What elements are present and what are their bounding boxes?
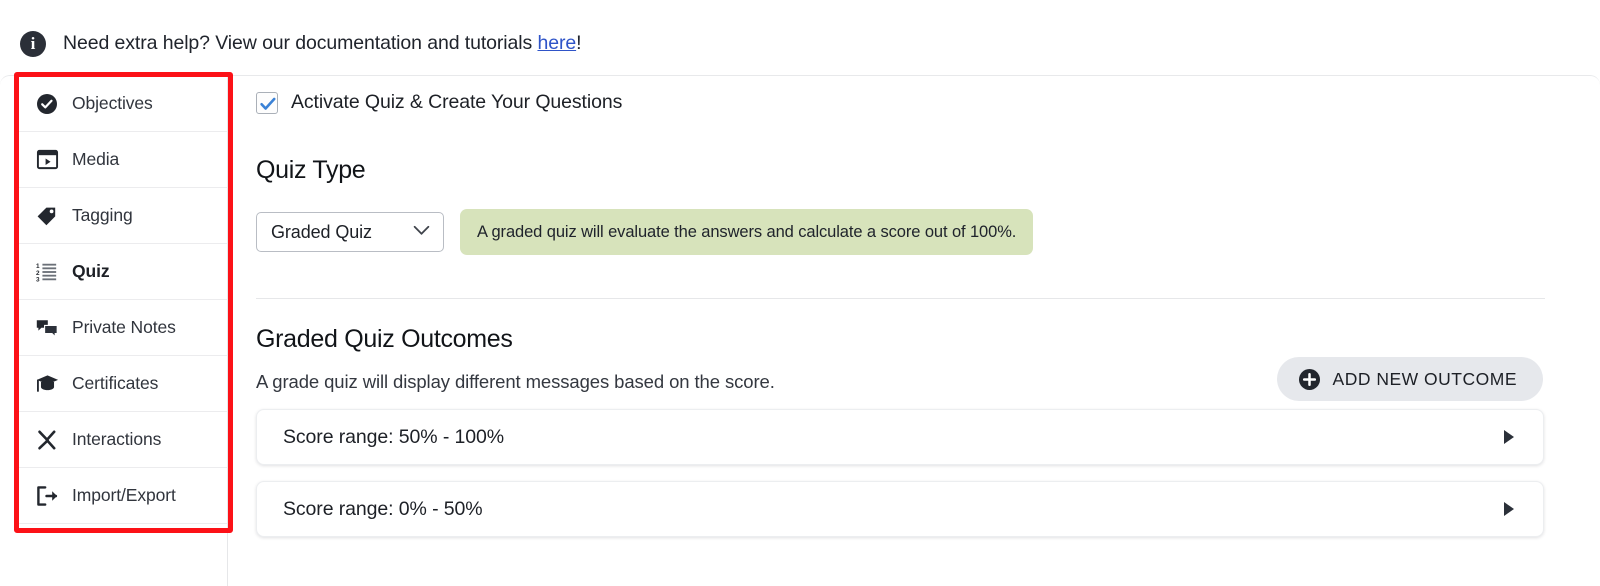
outcomes-subtitle: A grade quiz will display different mess… [256, 371, 775, 392]
svg-text:3: 3 [36, 276, 40, 282]
outcome-row[interactable]: Score range: 0% - 50% [256, 481, 1544, 537]
caret-right-icon[interactable] [1504, 430, 1514, 444]
caret-right-icon[interactable] [1504, 502, 1514, 516]
documentation-link[interactable]: here [537, 32, 576, 54]
sidebar-item-interactions[interactable]: Interactions [18, 412, 227, 468]
sidebar-item-label: Import/Export [72, 485, 176, 505]
content-panel: Objectives Media Tagging 1 2 3 Quiz Priv… [0, 75, 1600, 586]
quiz-type-note: A graded quiz will evaluate the answers … [460, 209, 1034, 255]
add-new-outcome-label: ADD NEW OUTCOME [1332, 368, 1517, 389]
quiz-type-selected-value: Graded Quiz [271, 221, 372, 242]
svg-text:1: 1 [36, 262, 40, 269]
sidebar-item-label: Objectives [72, 93, 153, 113]
activate-quiz-row: Activate Quiz & Create Your Questions [256, 91, 1546, 114]
sidebar-item-tagging[interactable]: Tagging [18, 188, 227, 244]
sidebar-item-label: Certificates [72, 373, 159, 393]
chevron-down-icon [413, 223, 430, 241]
export-arrow-icon [33, 482, 61, 510]
activate-quiz-checkbox[interactable] [256, 91, 278, 114]
quiz-type-heading: Quiz Type [256, 156, 366, 184]
outcome-row-label: Score range: 50% - 100% [283, 425, 504, 448]
sidebar-nav: Objectives Media Tagging 1 2 3 Quiz Priv… [18, 76, 228, 586]
outcomes-title: Graded Quiz Outcomes [256, 325, 513, 353]
sidebar-item-quiz[interactable]: 1 2 3 Quiz [18, 244, 227, 300]
sidebar-item-label: Interactions [72, 429, 162, 449]
outcome-row[interactable]: Score range: 50% - 100% [256, 409, 1544, 465]
chat-bubbles-icon [33, 314, 61, 342]
sidebar-item-certificates[interactable]: Certificates [18, 356, 227, 412]
help-banner-text: Need extra help? View our documentation … [63, 32, 582, 55]
sidebar-item-import-export[interactable]: Import/Export [18, 468, 227, 524]
help-banner: i Need extra help? View our documentatio… [0, 0, 1600, 75]
svg-text:2: 2 [36, 269, 40, 276]
graduation-cap-icon [33, 370, 61, 398]
quiz-type-note-text: A graded quiz will evaluate the answers … [477, 222, 1017, 241]
video-player-icon [33, 146, 61, 174]
info-circle-icon: i [20, 30, 46, 57]
sidebar-item-label: Private Notes [72, 317, 176, 337]
quiz-type-row: Graded Quiz A graded quiz will evaluate … [256, 209, 1546, 255]
activate-quiz-label: Activate Quiz & Create Your Questions [291, 91, 623, 113]
sidebar-item-objectives[interactable]: Objectives [18, 76, 227, 132]
quiz-type-select[interactable]: Graded Quiz [256, 212, 444, 252]
sidebar-item-media[interactable]: Media [18, 132, 227, 188]
outcome-row-label: Score range: 0% - 50% [283, 497, 483, 520]
add-new-outcome-button[interactable]: ADD NEW OUTCOME [1276, 357, 1543, 401]
interactions-x-icon [33, 426, 61, 454]
sidebar-item-label: Media [72, 149, 120, 169]
plus-circle-icon [1298, 368, 1320, 390]
numbered-list-icon: 1 2 3 [33, 258, 61, 286]
check-circle-icon [33, 90, 61, 118]
quiz-settings-main: Activate Quiz & Create Your Questions Qu… [256, 76, 1546, 537]
help-text-after: ! [576, 32, 582, 54]
section-divider [256, 298, 1545, 299]
tag-icon [33, 202, 61, 230]
sidebar-item-private-notes[interactable]: Private Notes [18, 300, 227, 356]
sidebar-item-label: Quiz [72, 261, 110, 281]
help-text-before: Need extra help? View our documentation … [63, 32, 538, 54]
checkmark-icon [260, 97, 276, 110]
sidebar-item-label: Tagging [72, 205, 133, 225]
